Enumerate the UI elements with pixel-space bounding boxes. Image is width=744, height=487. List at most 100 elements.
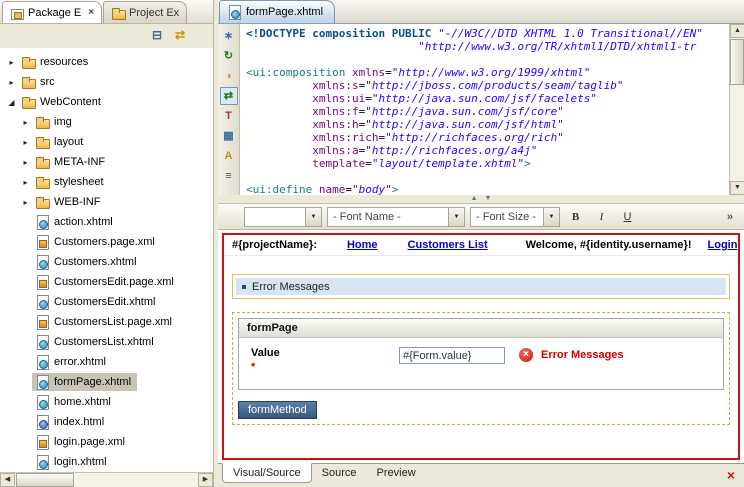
scroll-left-button[interactable]: ◀ (0, 473, 15, 487)
horizontal-scrollbar[interactable]: ◀ ▶ (0, 472, 213, 487)
chevron-down-icon[interactable]: ▼ (448, 208, 464, 226)
tree-item[interactable]: ▸img (0, 112, 213, 132)
tree-item[interactable]: formPage.xhtml (0, 372, 213, 392)
source-code-editor[interactable]: <!DOCTYPE composition PUBLIC "-//W3C//DT… (240, 24, 729, 195)
tree-item[interactable]: error.xhtml (0, 352, 213, 372)
nav-link[interactable]: Home (347, 239, 378, 251)
close-icon[interactable]: × (88, 8, 94, 18)
tree-item[interactable]: login.page.xml (0, 432, 213, 452)
font-name-combo[interactable]: - Font Name - ▼ (327, 207, 465, 227)
expand-arrow-icon[interactable]: ▸ (19, 118, 32, 127)
tab-visual-source[interactable]: Visual/Source (222, 463, 312, 483)
tree-item[interactable]: ▸stylesheet (0, 172, 213, 192)
expand-arrow-icon[interactable]: ▸ (19, 178, 32, 187)
style-combo[interactable]: ▼ (244, 207, 322, 227)
show-invisible-tags-button[interactable]: ⇄ (220, 87, 238, 105)
tree-item[interactable]: login.xhtml (0, 452, 213, 472)
splitter-up-icon[interactable]: ▲ (471, 195, 478, 203)
show-borders-icon: ▦ (223, 130, 233, 142)
page-error-icon[interactable]: × (727, 468, 735, 482)
form-method-button[interactable]: formMethod (238, 401, 317, 419)
splitter-down-icon[interactable]: ▼ (485, 195, 492, 203)
field-label-wrap: Value * (251, 347, 399, 373)
expand-arrow-icon[interactable]: ▸ (19, 138, 32, 147)
tree-item[interactable]: CustomersEdit.xhtml (0, 292, 213, 312)
tree-item[interactable]: CustomersEdit.page.xml (0, 272, 213, 292)
tree-item[interactable]: Customers.xhtml (0, 252, 213, 272)
text-formatting-button[interactable]: T (220, 107, 238, 125)
code-token: name (319, 183, 346, 195)
scroll-right-button[interactable]: ▶ (198, 473, 213, 487)
code-token: "http://richfaces.org/a4j" (365, 144, 537, 157)
tree-item[interactable]: home.xhtml (0, 392, 213, 412)
tree-item[interactable]: ▸src (0, 72, 213, 92)
pagexml-file-icon (35, 275, 49, 289)
tree-item-label: formPage.xhtml (54, 376, 131, 388)
tab-package-explorer[interactable]: Package E × (2, 1, 102, 23)
folder-icon (35, 115, 49, 129)
show-borders-button[interactable]: ▦ (220, 127, 238, 145)
tree-item[interactable]: index.html (0, 412, 213, 432)
tree-item[interactable]: ▸layout (0, 132, 213, 152)
scrollbar-thumb[interactable] (16, 473, 74, 487)
panel-body: Value * × Error Messages (239, 338, 723, 389)
scrollbar-track[interactable] (74, 473, 198, 487)
vertical-scrollbar[interactable]: ▲ ▼ (729, 24, 744, 195)
show-bundles-button[interactable]: A (220, 147, 238, 165)
folder-icon (21, 55, 35, 69)
source-pane: ∗ ↻ ◑ ⇄ T ▦ A ≡ <!DOCTYPE composition PUBLIC "-… (218, 24, 744, 195)
tree-item[interactable]: CustomersList.page.xml (0, 312, 213, 332)
italic-button[interactable]: I (591, 207, 612, 227)
toolbar-overflow-icon[interactable]: » (727, 211, 738, 223)
value-input[interactable] (399, 347, 505, 364)
nav-link[interactable]: Login (708, 239, 738, 251)
tree-item[interactable]: ▸META-INF (0, 152, 213, 172)
expand-arrow-icon[interactable]: ▸ (5, 78, 18, 87)
page-design-options-button[interactable]: ◑ (220, 67, 238, 85)
expand-arrow-icon[interactable]: ◢ (5, 98, 18, 107)
chevron-down-icon[interactable]: ▼ (543, 208, 559, 226)
scrollbar-track[interactable] (730, 85, 744, 181)
tree-item-label: CustomersEdit.page.xml (54, 276, 174, 288)
code-token: <ui:composition (246, 66, 352, 79)
collapse-all-button[interactable]: ⊟ (148, 27, 166, 45)
underline-button[interactable]: U (617, 207, 638, 227)
expand-arrow-icon[interactable]: ▸ (19, 158, 32, 167)
tree-item-target: CustomersEdit.page.xml (32, 273, 180, 291)
scroll-up-button[interactable]: ▲ (730, 24, 744, 38)
tab-source[interactable]: Source (312, 464, 367, 484)
editor-tab-formpage[interactable]: formPage.xhtml (219, 0, 335, 23)
preferences-button[interactable]: ∗ (220, 27, 238, 45)
tree-item[interactable]: ▸resources (0, 52, 213, 72)
editor-mode-tab-bar: Visual/Source Source Preview × (218, 463, 744, 487)
tree-item-target: src (18, 73, 61, 91)
tab-preview[interactable]: Preview (367, 464, 426, 484)
editor-splitter[interactable]: ▲ ▼ (218, 195, 744, 204)
tree-item[interactable]: action.xhtml (0, 212, 213, 232)
expand-arrow-icon[interactable]: ▸ (5, 58, 18, 67)
code-line: <ui:composition xmlns="http://www.w3.org… (246, 66, 729, 79)
font-size-combo[interactable]: - Font Size - ▼ (470, 207, 560, 227)
tree-item[interactable]: ◢WebContent (0, 92, 213, 112)
scrollbar-thumb[interactable] (730, 39, 744, 85)
xhtml-file-icon (35, 295, 49, 309)
tree-item-target: home.xhtml (32, 393, 117, 411)
chevron-down-icon[interactable]: ▼ (305, 208, 321, 226)
link-with-editor-button[interactable]: ⇄ (171, 27, 189, 45)
visual-canvas[interactable]: #{projectName}: HomeCustomers List Welco… (222, 233, 740, 460)
code-token: "http://www.w3.org/TR/xhtml1/DTD/xhtml1-… (246, 40, 696, 53)
expand-arrow-icon[interactable]: ▸ (19, 198, 32, 207)
project-tree: ▸resources▸src◢WebContent▸img▸layout▸MET… (0, 48, 213, 472)
project-name-label: #{projectName}: (232, 239, 317, 251)
bold-button[interactable]: B (565, 207, 586, 227)
selection-bar-button[interactable]: ≡ (220, 167, 238, 185)
code-token: > (524, 157, 531, 170)
tree-item[interactable]: ▸WEB-INF (0, 192, 213, 212)
tree-item[interactable]: Customers.page.xml (0, 232, 213, 252)
nav-link[interactable]: Customers List (408, 239, 488, 251)
code-token: "-//W3C//DTD XHTML 1.0 Transitional//EN" (438, 27, 703, 40)
tree-item[interactable]: CustomersList.xhtml (0, 332, 213, 352)
refresh-button[interactable]: ↻ (220, 47, 238, 65)
scroll-down-button[interactable]: ▼ (730, 181, 744, 195)
tab-project-explorer[interactable]: Project Ex (103, 1, 187, 23)
